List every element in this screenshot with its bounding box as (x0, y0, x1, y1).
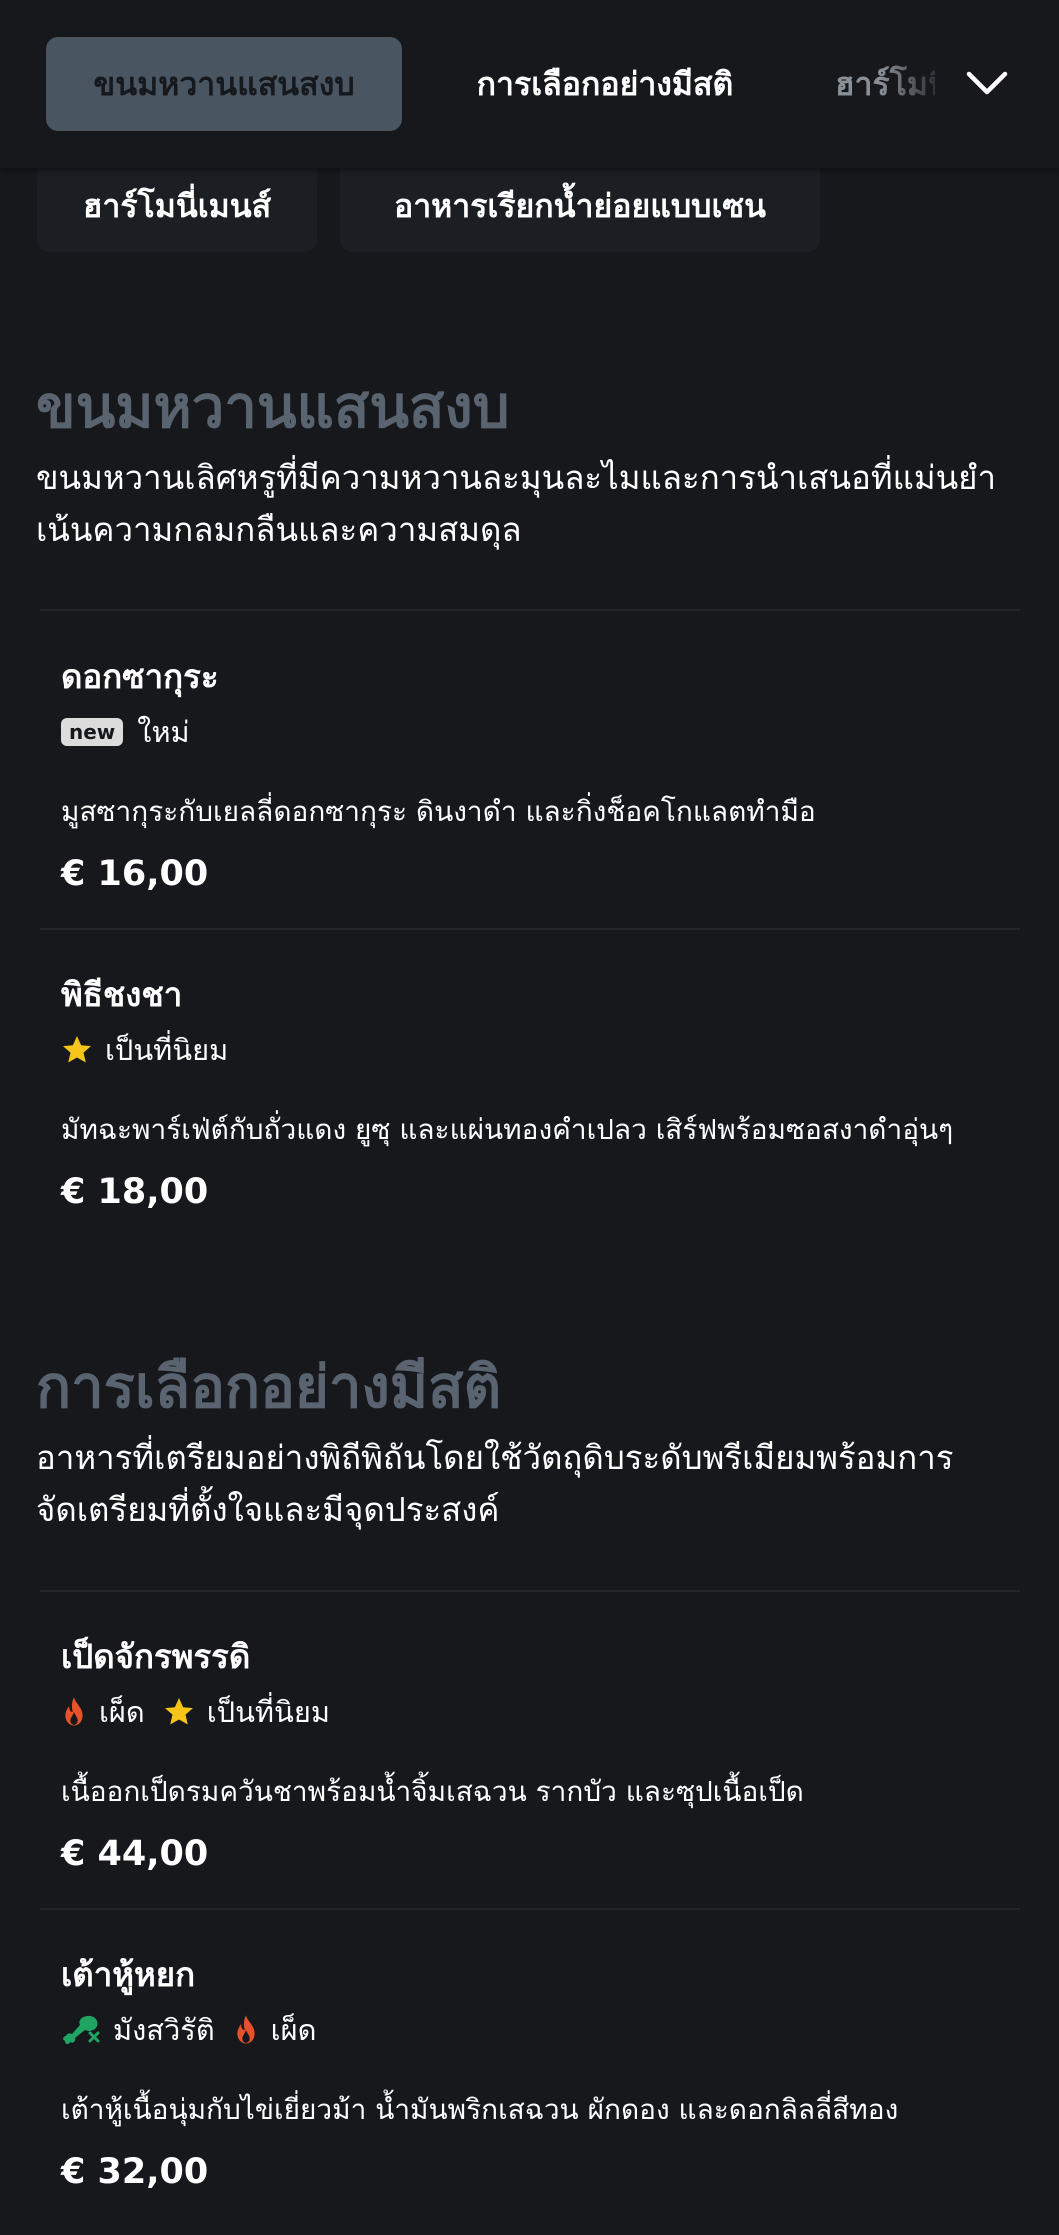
section-description: ขนมหวานเลิศหรูที่มีความหวานละมุนละไมและก… (36, 452, 1026, 556)
vegan-drumstick-icon (63, 2015, 100, 2045)
flame-icon (237, 2015, 255, 2044)
star-icon (63, 1036, 91, 1063)
tag-label: มังสวิรัติ (113, 2013, 215, 2047)
chip-harmony-mains[interactable]: ฮาร์โมนี่เมนส์ (37, 160, 317, 252)
star-icon (164, 1698, 193, 1725)
item-description: มัทฉะพาร์เฟ่ต์กับถั่วแดง ยูซุ และแผ่นทอง… (61, 1113, 954, 1146)
item-description: เต้าหู้เนื้อนุ่มกับไข่เยี่ยวม้า น้ำมันพร… (61, 2093, 899, 2126)
section-title: การเลือกอย่างมีสติ (36, 1353, 502, 1421)
category-chips: ฮาร์โมนี่เมนส์ อาหารเรียกน้ำย่อยแบบเซน (0, 160, 1059, 260)
tag-spicy: เผ็ด (233, 2007, 317, 2053)
divider (40, 609, 1020, 611)
item-tags: เป็นที่นิยม (61, 1030, 228, 1070)
item-price: € 16,00 (61, 854, 209, 894)
tag-spicy: เผ็ด (61, 1689, 145, 1735)
tab-peaceful-desserts[interactable]: ขนมหวานแสนสงบ (46, 37, 402, 131)
new-badge: new (61, 718, 124, 746)
tag-vegan: มังสวิรัติ (61, 2007, 215, 2053)
item-name: ดอกซากุระ (61, 657, 219, 696)
section-title: ขนมหวานแสนสงบ (36, 373, 510, 441)
divider (40, 928, 1020, 930)
tab-mindful-choices[interactable]: การเลือกอย่างมีสติ (445, 37, 765, 131)
item-description: เนื้ออกเป็ดรมควันชาพร้อมน้ำจิ้มเสฉวน ราก… (61, 1775, 804, 1808)
item-name: พิธีชงชา (61, 975, 183, 1014)
item-name: เป็ดจักรพรรดิ (61, 1637, 251, 1676)
divider (40, 1590, 1020, 1592)
tag-label: ใหม่ (137, 715, 190, 749)
tag-popular: เป็นที่นิยม (163, 1689, 330, 1735)
tag-popular: เป็นที่นิยม (61, 1027, 228, 1073)
chip-zen-appetizers[interactable]: อาหารเรียกน้ำย่อยแบบเซน (340, 160, 820, 252)
item-price: € 44,00 (61, 1834, 209, 1874)
item-tags: เผ็ด เป็นที่นิยม (61, 1692, 330, 1732)
section-description: อาหารที่เตรียมอย่างพิถีพิถันโดยใช้วัตถุด… (36, 1432, 1026, 1536)
item-name: เต้าหู้หยก (61, 1955, 196, 1994)
tag-label: เป็นที่นิยม (105, 1033, 229, 1067)
tag-label: เผ็ด (99, 1695, 145, 1729)
category-tab-bar: ขนมหวานแสนสงบ การเลือกอย่างมีสติ ฮาร์โมน… (0, 0, 1059, 168)
tag-label: เป็นที่นิยม (206, 1695, 330, 1729)
flame-icon (65, 1697, 83, 1726)
chevron-down-icon[interactable] (963, 60, 1011, 108)
section-description-line: ขนมหวานเลิศหรูที่มีความหวานละมุนละไมและก… (36, 458, 997, 497)
item-description: มูสซากุระกับเยลลี่ดอกซากุระ ดินงาดำ และก… (61, 795, 816, 828)
section-description-line: อาหารที่เตรียมอย่างพิถีพิถันโดยใช้วัตถุด… (36, 1438, 954, 1477)
tag-label: เผ็ด (270, 2013, 317, 2047)
section-description-line: เน้นความกลมกลืนและความสมดุล (36, 510, 522, 549)
divider (40, 1908, 1020, 1910)
item-tags: มังสวิรัติ เผ็ด (61, 2010, 316, 2050)
section-description-line: จัดเตรียมที่ตั้งใจและมีจุดประสงค์ (36, 1490, 500, 1529)
item-price: € 18,00 (61, 1172, 209, 1212)
item-price: € 32,00 (61, 2152, 209, 2192)
item-tags: new ใหม่ (61, 712, 190, 752)
